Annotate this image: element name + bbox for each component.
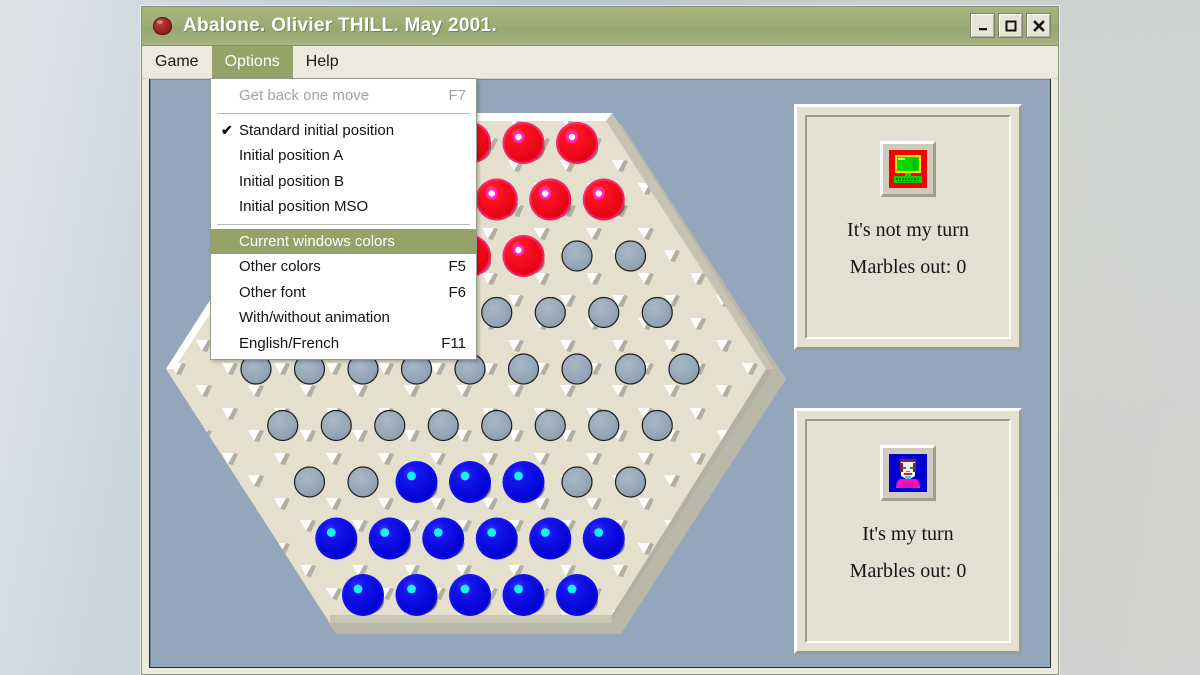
minimize-icon[interactable] [970,13,995,38]
menu-item-initial-position-a[interactable]: Initial position A [211,143,476,169]
board-empty-slot[interactable] [267,409,299,442]
board-marble-blue[interactable] [395,574,438,616]
menu-help[interactable]: Help [293,46,352,78]
menu-item-accelerator: F6 [448,283,466,301]
board-empty-slot[interactable] [534,409,566,442]
board-empty-slot[interactable] [588,409,620,442]
menu-item-label: English/French [239,334,340,352]
board-empty-slot[interactable] [588,296,620,329]
options-dropdown-menu[interactable]: Get back one move F7 ✔ Standard initial pos… [210,78,477,360]
board-empty-slot[interactable] [374,409,406,442]
board-marble-red[interactable] [502,235,545,277]
board-empty-slot[interactable] [534,296,566,329]
board-empty-slot[interactable] [561,353,593,385]
board-empty-slot[interactable] [320,409,352,442]
menu-item-label: Other font [239,283,306,301]
board-empty-slot[interactable] [427,409,459,442]
board-marble-blue[interactable] [449,461,492,503]
menu-item-label: Initial position B [239,172,345,190]
menu-options[interactable]: Options [211,46,293,78]
menu-item-accelerator: F11 [441,334,466,352]
board-marble-blue[interactable] [449,574,492,616]
opponent-marbles-out: Marbles out: 0 [849,256,967,278]
marble-icon [152,15,174,37]
window-title: Abalone. Olivier THILL. May 2001. [183,15,497,36]
menu-item-label: Current windows colors [239,232,395,250]
player-panel: It's my turn Marbles out: 0 [794,408,1022,654]
board-marble-blue[interactable] [502,461,545,503]
menu-item-initial-position-b[interactable]: Initial position B [211,169,476,195]
board-empty-slot[interactable] [481,409,513,442]
board-empty-slot[interactable] [668,353,700,385]
menu-item-get-back-one-move: Get back one move F7 [211,83,476,109]
opponent-panel: It's not my turn Marbles out: 0 [794,104,1022,350]
board-marble-blue[interactable] [502,574,545,616]
menu-item-accelerator: F5 [448,258,466,276]
board-marble-red[interactable] [582,178,625,221]
menu-game[interactable]: Game [142,46,212,78]
board-empty-slot[interactable] [561,240,593,272]
application-window: Abalone. Olivier THILL. May 2001. Game O… [141,6,1059,675]
board-marble-blue[interactable] [395,461,438,503]
board-empty-slot[interactable] [561,466,593,498]
menu-separator [217,223,470,225]
menu-separator [217,112,470,114]
player-marbles-out: Marbles out: 0 [849,560,967,582]
checkmark-icon: ✔ [221,122,233,139]
board-marble-blue[interactable] [422,517,465,560]
board-marble-blue[interactable] [582,517,625,560]
menu-item-english-french[interactable]: English/French F11 [211,331,476,357]
title-bar[interactable]: Abalone. Olivier THILL. May 2001. [142,7,1058,46]
board-marble-blue[interactable] [556,574,599,616]
board-empty-slot[interactable] [347,466,379,498]
menu-item-standard-initial-position[interactable]: ✔ Standard initial position [211,118,476,144]
board-marble-red[interactable] [475,178,518,221]
board-empty-slot[interactable] [481,296,513,329]
menu-item-label: Initial position MSO [239,198,369,216]
maximize-icon[interactable] [998,13,1023,38]
board-marble-red[interactable] [502,122,545,164]
desktop-background: Abalone. Olivier THILL. May 2001. Game O… [0,0,1200,675]
board-marble-red[interactable] [556,122,599,164]
board-marble-blue[interactable] [475,517,518,560]
opponent-turn-text: It's not my turn [847,219,969,241]
close-icon[interactable] [1026,13,1051,38]
menu-bar: Game Options Help [142,46,1058,79]
menu-item-label: Get back one move [239,87,370,105]
person-icon [880,445,936,501]
menu-item-other-font[interactable]: Other font F6 [211,280,476,306]
window-controls [970,13,1051,38]
board-empty-slot[interactable] [641,296,673,329]
board-marble-red[interactable] [529,178,572,221]
computer-icon [880,141,936,197]
board-marble-blue[interactable] [368,517,411,560]
board-empty-slot[interactable] [614,466,647,498]
menu-item-initial-position-mso[interactable]: Initial position MSO [211,194,476,220]
board-empty-slot[interactable] [293,466,326,498]
menu-item-other-colors[interactable]: Other colors F5 [211,254,476,280]
board-empty-slot[interactable] [614,353,647,385]
board-empty-slot[interactable] [507,353,540,385]
board-empty-slot[interactable] [614,240,647,272]
menu-item-accelerator: F7 [448,87,466,105]
menu-item-with-without-animation[interactable]: With/without animation [211,305,476,331]
board-marble-blue[interactable] [529,517,572,560]
board-marble-blue[interactable] [342,574,385,616]
menu-item-label: Other colors [239,258,321,276]
player-turn-text: It's my turn [862,523,954,545]
board-empty-slot[interactable] [641,409,673,442]
menu-item-label: With/without animation [239,309,390,327]
menu-item-label: Initial position A [239,147,344,165]
menu-item-label: Standard initial position [239,121,395,139]
menu-item-current-windows-colors[interactable]: Current windows colors [211,228,476,254]
board-marble-blue[interactable] [315,517,358,560]
